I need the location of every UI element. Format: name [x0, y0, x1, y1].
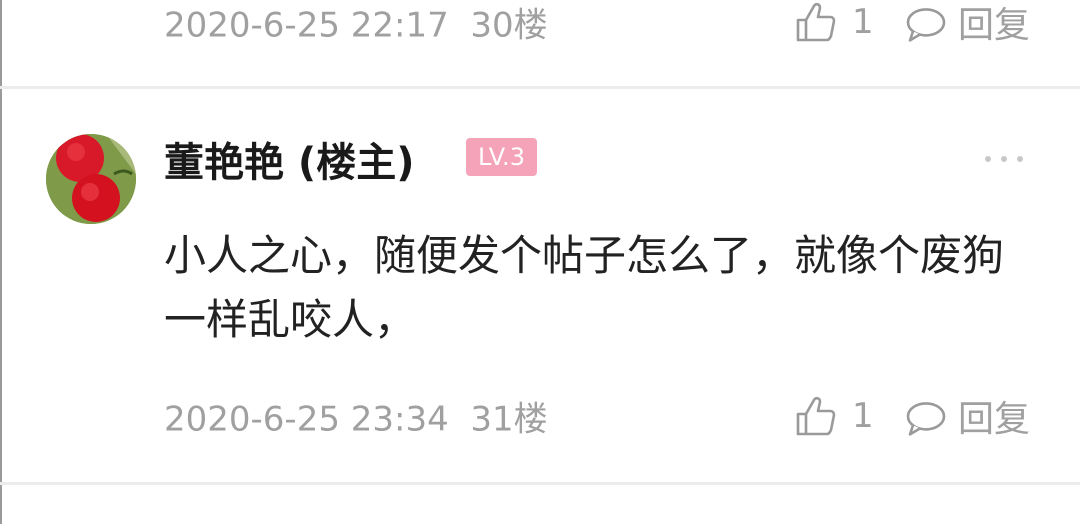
more-dots-icon[interactable]: [982, 152, 1026, 166]
author-name[interactable]: 董艳艳 (楼主): [164, 130, 415, 188]
reply-button[interactable]: 回复: [958, 390, 1030, 442]
post-divider: [0, 86, 1080, 89]
thumbs-up-icon[interactable]: [794, 394, 838, 438]
comment-content: 小人之心，随便发个帖子怎么了，就像个废狗一样乱咬人，: [164, 231, 1005, 344]
thumbs-up-icon[interactable]: [794, 0, 838, 44]
post-timestamp: 2020-6-25 23:34 31楼: [164, 392, 548, 441]
avatar[interactable]: [46, 134, 136, 224]
level-badge: LV.3: [466, 138, 537, 176]
reply-button[interactable]: 回复: [958, 0, 1030, 48]
timestamp-text: 2020-6-25 22:17: [164, 5, 449, 46]
speech-bubble-icon[interactable]: [904, 4, 948, 44]
floor-number: 31楼: [470, 399, 548, 440]
floor-number: 30楼: [470, 5, 548, 46]
speech-bubble-icon[interactable]: [904, 398, 948, 438]
timestamp-text: 2020-6-25 23:34: [164, 399, 449, 440]
like-count: 1: [852, 396, 874, 436]
like-count: 1: [852, 2, 874, 42]
post-divider: [0, 482, 1080, 485]
red-fruit-avatar: [46, 134, 136, 224]
post-meta-row: 2020-6-25 22:17 30楼 1 回复: [0, 0, 1080, 52]
post-meta-row: 2020-6-25 23:34 31楼 1 回复: [0, 386, 1080, 446]
post-timestamp: 2020-6-25 22:17 30楼: [164, 0, 548, 47]
